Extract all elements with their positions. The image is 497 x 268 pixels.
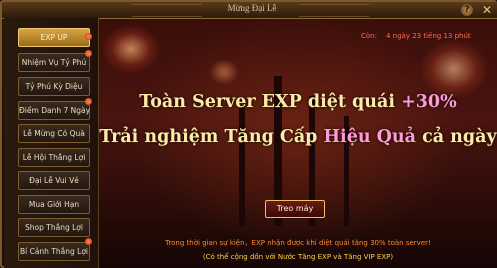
title-bar: Mừng Đại Lễ ? ✕ xyxy=(2,2,497,19)
title-ornament-right xyxy=(299,4,369,17)
firework-decoration xyxy=(419,39,489,99)
firework-decoration xyxy=(101,24,161,74)
event-note-stacking: (Có thể cộng dồn với Nước Tăng EXP và Tă… xyxy=(202,253,394,261)
firework-decoration xyxy=(209,59,239,85)
title-ornament-left xyxy=(132,4,202,17)
headline-text: Toàn Server EXP diệt quái xyxy=(139,92,395,112)
castle-spire xyxy=(239,106,245,226)
sidebar-item-exp-up[interactable]: EXP UP xyxy=(18,28,90,47)
help-icon[interactable]: ? xyxy=(461,4,473,16)
notification-badge xyxy=(85,238,92,245)
sidebar-item-diem-danh-7-ngay[interactable]: Điểm Danh 7 Ngày xyxy=(18,101,90,120)
headline-text: Trải nghiệm Tăng Cấp xyxy=(99,127,318,147)
notification-badge xyxy=(85,98,92,105)
headline-level-up: Trải nghiệm Tăng Cấp Hiệu Quả cả ngày xyxy=(99,127,497,147)
treo-may-button[interactable]: Treo máy xyxy=(265,200,325,218)
sidebar-item-le-hoi-thang-loi[interactable]: Lễ Hội Thắng Lợi xyxy=(18,148,90,167)
sidebar-item-shop-thang-loi[interactable]: Shop Thắng Lợi xyxy=(18,218,90,237)
close-icon[interactable]: ✕ xyxy=(480,4,494,17)
headline-exp-bonus: Toàn Server EXP diệt quái +30% xyxy=(99,92,497,112)
sidebar-item-bi-canh-thang-loi[interactable]: Bí Cảnh Thắng Lợi xyxy=(18,242,90,261)
event-window: Mừng Đại Lễ ? ✕ EXP UP Nhiệm Vụ Tỷ Phú T… xyxy=(0,0,497,268)
sidebar-item-dai-le-vui-ve[interactable]: Đại Lễ Vui Vẻ xyxy=(18,171,90,190)
window-title: Mừng Đại Lễ xyxy=(227,3,277,13)
event-banner: Còn: 4 ngày 23 tiếng 13 phút Toàn Server… xyxy=(99,19,497,268)
countdown-label: Còn: xyxy=(361,32,377,40)
headline-text: cả ngày xyxy=(422,127,497,147)
headline-highlight: Hiệu Quả xyxy=(323,127,416,147)
sidebar: EXP UP Nhiệm Vụ Tỷ Phú Tỷ Phú Kỳ Diệu Đi… xyxy=(4,18,99,268)
headline-highlight: +30% xyxy=(401,92,457,112)
sidebar-item-ty-phu-ky-dieu[interactable]: Tỷ Phú Kỳ Diệu xyxy=(18,77,90,96)
countdown-value: 4 ngày 23 tiếng 13 phút xyxy=(386,32,471,40)
sidebar-item-mua-gioi-han[interactable]: Mua Giới Hạn xyxy=(18,195,90,214)
sidebar-item-nhiem-vu-ty-phu[interactable]: Nhiệm Vụ Tỷ Phú xyxy=(18,53,90,72)
notification-badge xyxy=(85,33,92,40)
event-note: Trong thời gian sự kiện，EXP nhận được kh… xyxy=(165,239,431,247)
sidebar-item-le-mung-co-qua[interactable]: Lễ Mừng Có Quà xyxy=(18,124,90,143)
notification-badge xyxy=(85,50,92,57)
